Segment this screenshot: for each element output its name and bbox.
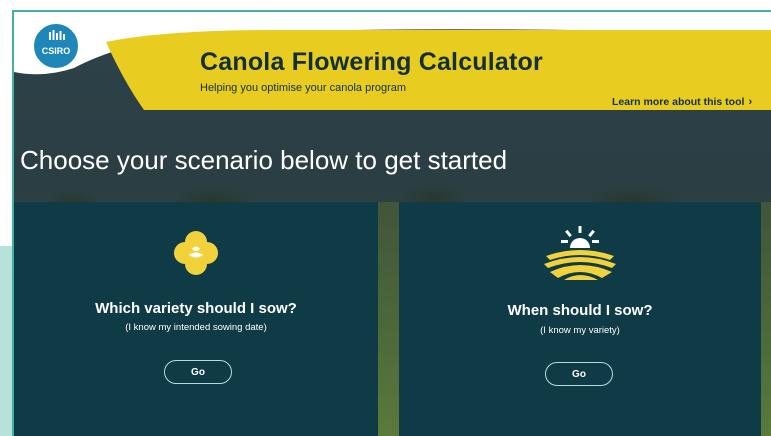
frame-accent-bar — [0, 246, 12, 436]
page-title: Canola Flowering Calculator — [200, 48, 543, 76]
logo-wordmark: CSIRO — [42, 46, 71, 56]
learn-more-link[interactable]: Learn more about this tool › — [612, 96, 752, 108]
csiro-logo[interactable]: CSIRO — [32, 22, 80, 70]
chevron-right-icon: › — [748, 96, 753, 108]
variety-question: Which variety should I sow? — [95, 300, 297, 317]
app-window: CSIRO Canola Flowering Calculator Helpin… — [14, 12, 771, 436]
learn-more-label: Learn more about this tool — [612, 96, 745, 108]
scenario-card-variety: Which variety should I sow? (I know my i… — [14, 202, 378, 436]
go-button-variety[interactable]: Go — [164, 360, 232, 384]
sowing-hint: (I know my variety) — [540, 325, 620, 336]
sowing-question: When should I sow? — [507, 302, 653, 319]
canola-flower-icon — [14, 226, 378, 282]
page-subtitle: Helping you optimise your canola program — [200, 82, 407, 94]
sunrise-field-icon — [399, 226, 761, 282]
variety-hint: (I know my intended sowing date) — [125, 322, 267, 333]
scenario-heading: Choose your scenario below to get starte… — [20, 145, 508, 175]
go-button-sowing[interactable]: Go — [545, 362, 613, 386]
scenario-card-sowing-date: When should I sow? (I know my variety) G… — [399, 202, 761, 436]
